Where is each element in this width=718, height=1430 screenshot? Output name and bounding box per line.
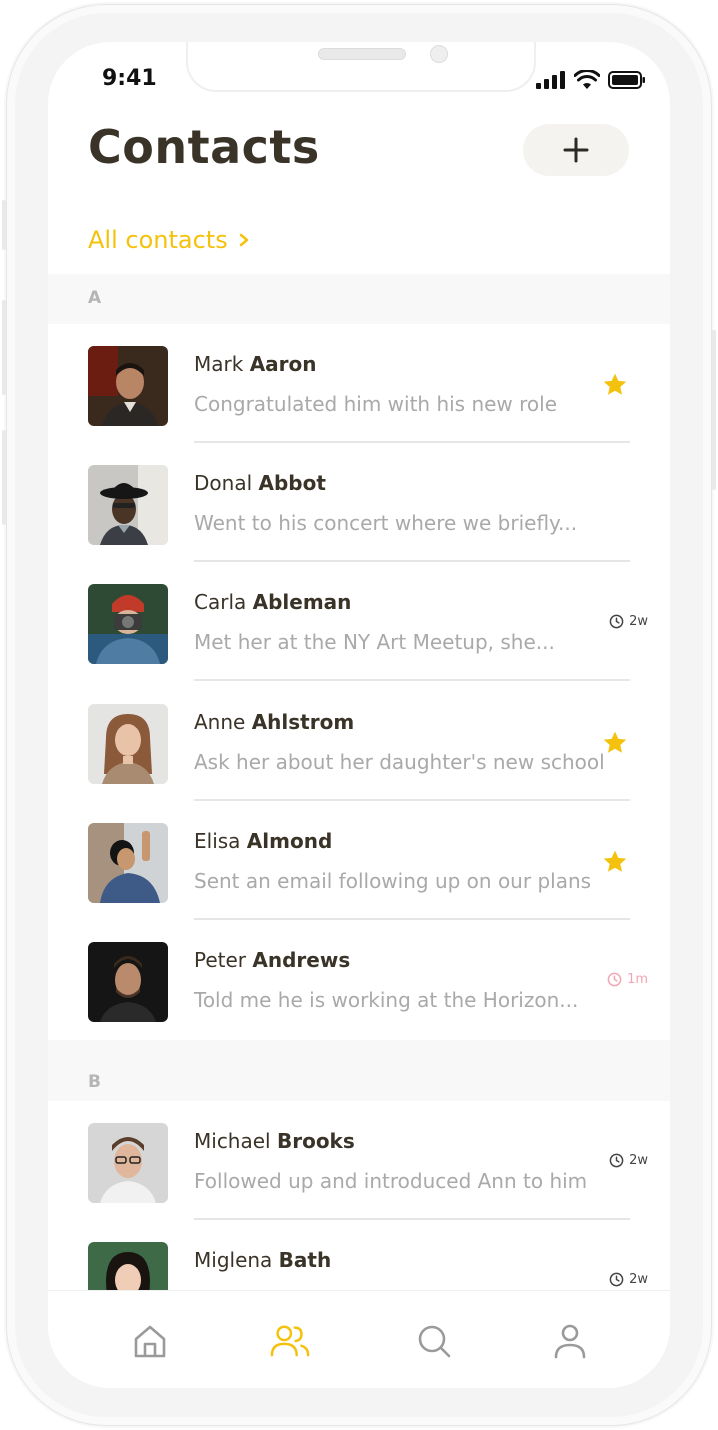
contact-row[interactable]: Carla Ableman Met her at the NY Art Meet… bbox=[48, 562, 670, 681]
avatar bbox=[88, 704, 168, 784]
reminder-age: 2w bbox=[629, 614, 648, 629]
status-icons bbox=[536, 70, 646, 90]
reminder-age: 2w bbox=[629, 1272, 648, 1287]
reminder-badge: 2w bbox=[609, 1272, 648, 1287]
contact-row[interactable]: Elisa Almond Sent an email following up … bbox=[48, 801, 670, 920]
front-camera bbox=[430, 45, 448, 63]
avatar bbox=[88, 942, 168, 1022]
power-button bbox=[712, 330, 716, 490]
reminder-badge: 2w bbox=[609, 1153, 648, 1168]
section-letter: A bbox=[88, 288, 102, 308]
avatar bbox=[88, 1123, 168, 1203]
contact-name: Mark Aaron bbox=[194, 352, 317, 376]
chevron-right-icon bbox=[239, 233, 248, 247]
reminder-badge: 1m bbox=[607, 972, 648, 987]
contact-note: Met her at the NY Art Meetup, she... bbox=[194, 630, 555, 654]
tab-bar bbox=[48, 1290, 670, 1388]
reminder-age: 2w bbox=[629, 1153, 648, 1168]
battery-icon bbox=[608, 71, 645, 89]
contact-first-name: Donal bbox=[194, 471, 253, 495]
avatar bbox=[88, 823, 168, 903]
tab-search[interactable] bbox=[414, 1321, 454, 1361]
wifi-icon bbox=[574, 70, 600, 89]
contact-last-name: Ahlstrom bbox=[251, 710, 355, 734]
tab-home[interactable] bbox=[130, 1321, 170, 1361]
home-icon bbox=[134, 1325, 166, 1358]
star-icon[interactable] bbox=[602, 849, 628, 875]
avatar bbox=[88, 465, 168, 545]
contact-name: Anne Ahlstrom bbox=[194, 710, 354, 734]
contact-row[interactable]: Mark Aaron Congratulated him with his ne… bbox=[48, 324, 670, 443]
volume-up-button bbox=[2, 300, 6, 395]
section-header-a: A bbox=[48, 274, 670, 324]
avatar bbox=[88, 346, 168, 426]
contact-last-name: Ableman bbox=[252, 590, 352, 614]
contact-first-name: Michael bbox=[194, 1129, 271, 1153]
contact-note: Ask her about her daughter's new school bbox=[194, 750, 605, 774]
contact-last-name: Andrews bbox=[252, 948, 351, 972]
contact-note: Told me he is working at the Horizon... bbox=[194, 988, 579, 1012]
contact-row[interactable]: Michael Brooks Followed up and introduce… bbox=[48, 1101, 670, 1220]
contact-last-name: Brooks bbox=[276, 1129, 355, 1153]
contact-first-name: Anne bbox=[194, 710, 246, 734]
contact-name: Miglena Bath bbox=[194, 1248, 331, 1272]
reminder-badge: 2w bbox=[609, 614, 648, 629]
contact-last-name: Bath bbox=[278, 1248, 332, 1272]
star-icon[interactable] bbox=[602, 730, 628, 756]
contact-name: Carla Ableman bbox=[194, 590, 351, 614]
divider bbox=[194, 679, 630, 681]
people-icon bbox=[270, 1325, 310, 1357]
search-icon bbox=[418, 1325, 451, 1358]
plus-icon bbox=[563, 137, 589, 163]
star-icon[interactable] bbox=[602, 372, 628, 398]
contact-last-name: Aaron bbox=[249, 352, 317, 376]
screen: 9:41 Contacts All contacts A Mark Aaron … bbox=[48, 42, 670, 1388]
section-letter: B bbox=[88, 1072, 101, 1092]
contact-row[interactable]: Donal Abbot Went to his concert where we… bbox=[48, 443, 670, 562]
contact-first-name: Peter bbox=[194, 948, 247, 972]
status-time: 9:41 bbox=[102, 66, 157, 91]
clock-icon bbox=[609, 614, 624, 629]
add-contact-button[interactable] bbox=[523, 124, 629, 176]
contact-last-name: Almond bbox=[246, 829, 333, 853]
speaker bbox=[318, 48, 406, 60]
contact-name: Elisa Almond bbox=[194, 829, 332, 853]
tab-contacts[interactable] bbox=[270, 1321, 310, 1361]
contact-row[interactable]: Anne Ahlstrom Ask her about her daughter… bbox=[48, 682, 670, 801]
clock-icon bbox=[609, 1272, 624, 1287]
side-button bbox=[2, 200, 6, 250]
avatar bbox=[88, 584, 168, 664]
clock-icon bbox=[609, 1153, 624, 1168]
volume-down-button bbox=[2, 430, 6, 525]
notch bbox=[186, 42, 536, 92]
signal-icon bbox=[536, 71, 565, 89]
user-icon bbox=[554, 1324, 586, 1359]
clock-icon bbox=[607, 972, 622, 987]
contact-row[interactable]: Peter Andrews Told me he is working at t… bbox=[48, 920, 670, 1039]
contact-note: Followed up and introduced Ann to him bbox=[194, 1169, 588, 1193]
tab-profile[interactable] bbox=[550, 1321, 590, 1361]
contact-note: Sent an email following up on our plans bbox=[194, 869, 592, 893]
contact-name: Donal Abbot bbox=[194, 471, 326, 495]
contact-first-name: Miglena bbox=[194, 1248, 273, 1272]
all-contacts-label: All contacts bbox=[88, 226, 228, 254]
contact-last-name: Abbot bbox=[258, 471, 326, 495]
contact-name: Michael Brooks bbox=[194, 1129, 355, 1153]
contact-name: Peter Andrews bbox=[194, 948, 350, 972]
contact-note: Went to his concert where we briefly... bbox=[194, 511, 578, 535]
contact-first-name: Mark bbox=[194, 352, 244, 376]
contact-first-name: Elisa bbox=[194, 829, 241, 853]
section-header-b: B bbox=[48, 1040, 670, 1102]
all-contacts-filter[interactable]: All contacts bbox=[88, 226, 250, 254]
contact-first-name: Carla bbox=[194, 590, 247, 614]
reminder-age: 1m bbox=[627, 972, 648, 987]
page-title: Contacts bbox=[88, 120, 320, 174]
contact-note: Congratulated him with his new role bbox=[194, 392, 558, 416]
